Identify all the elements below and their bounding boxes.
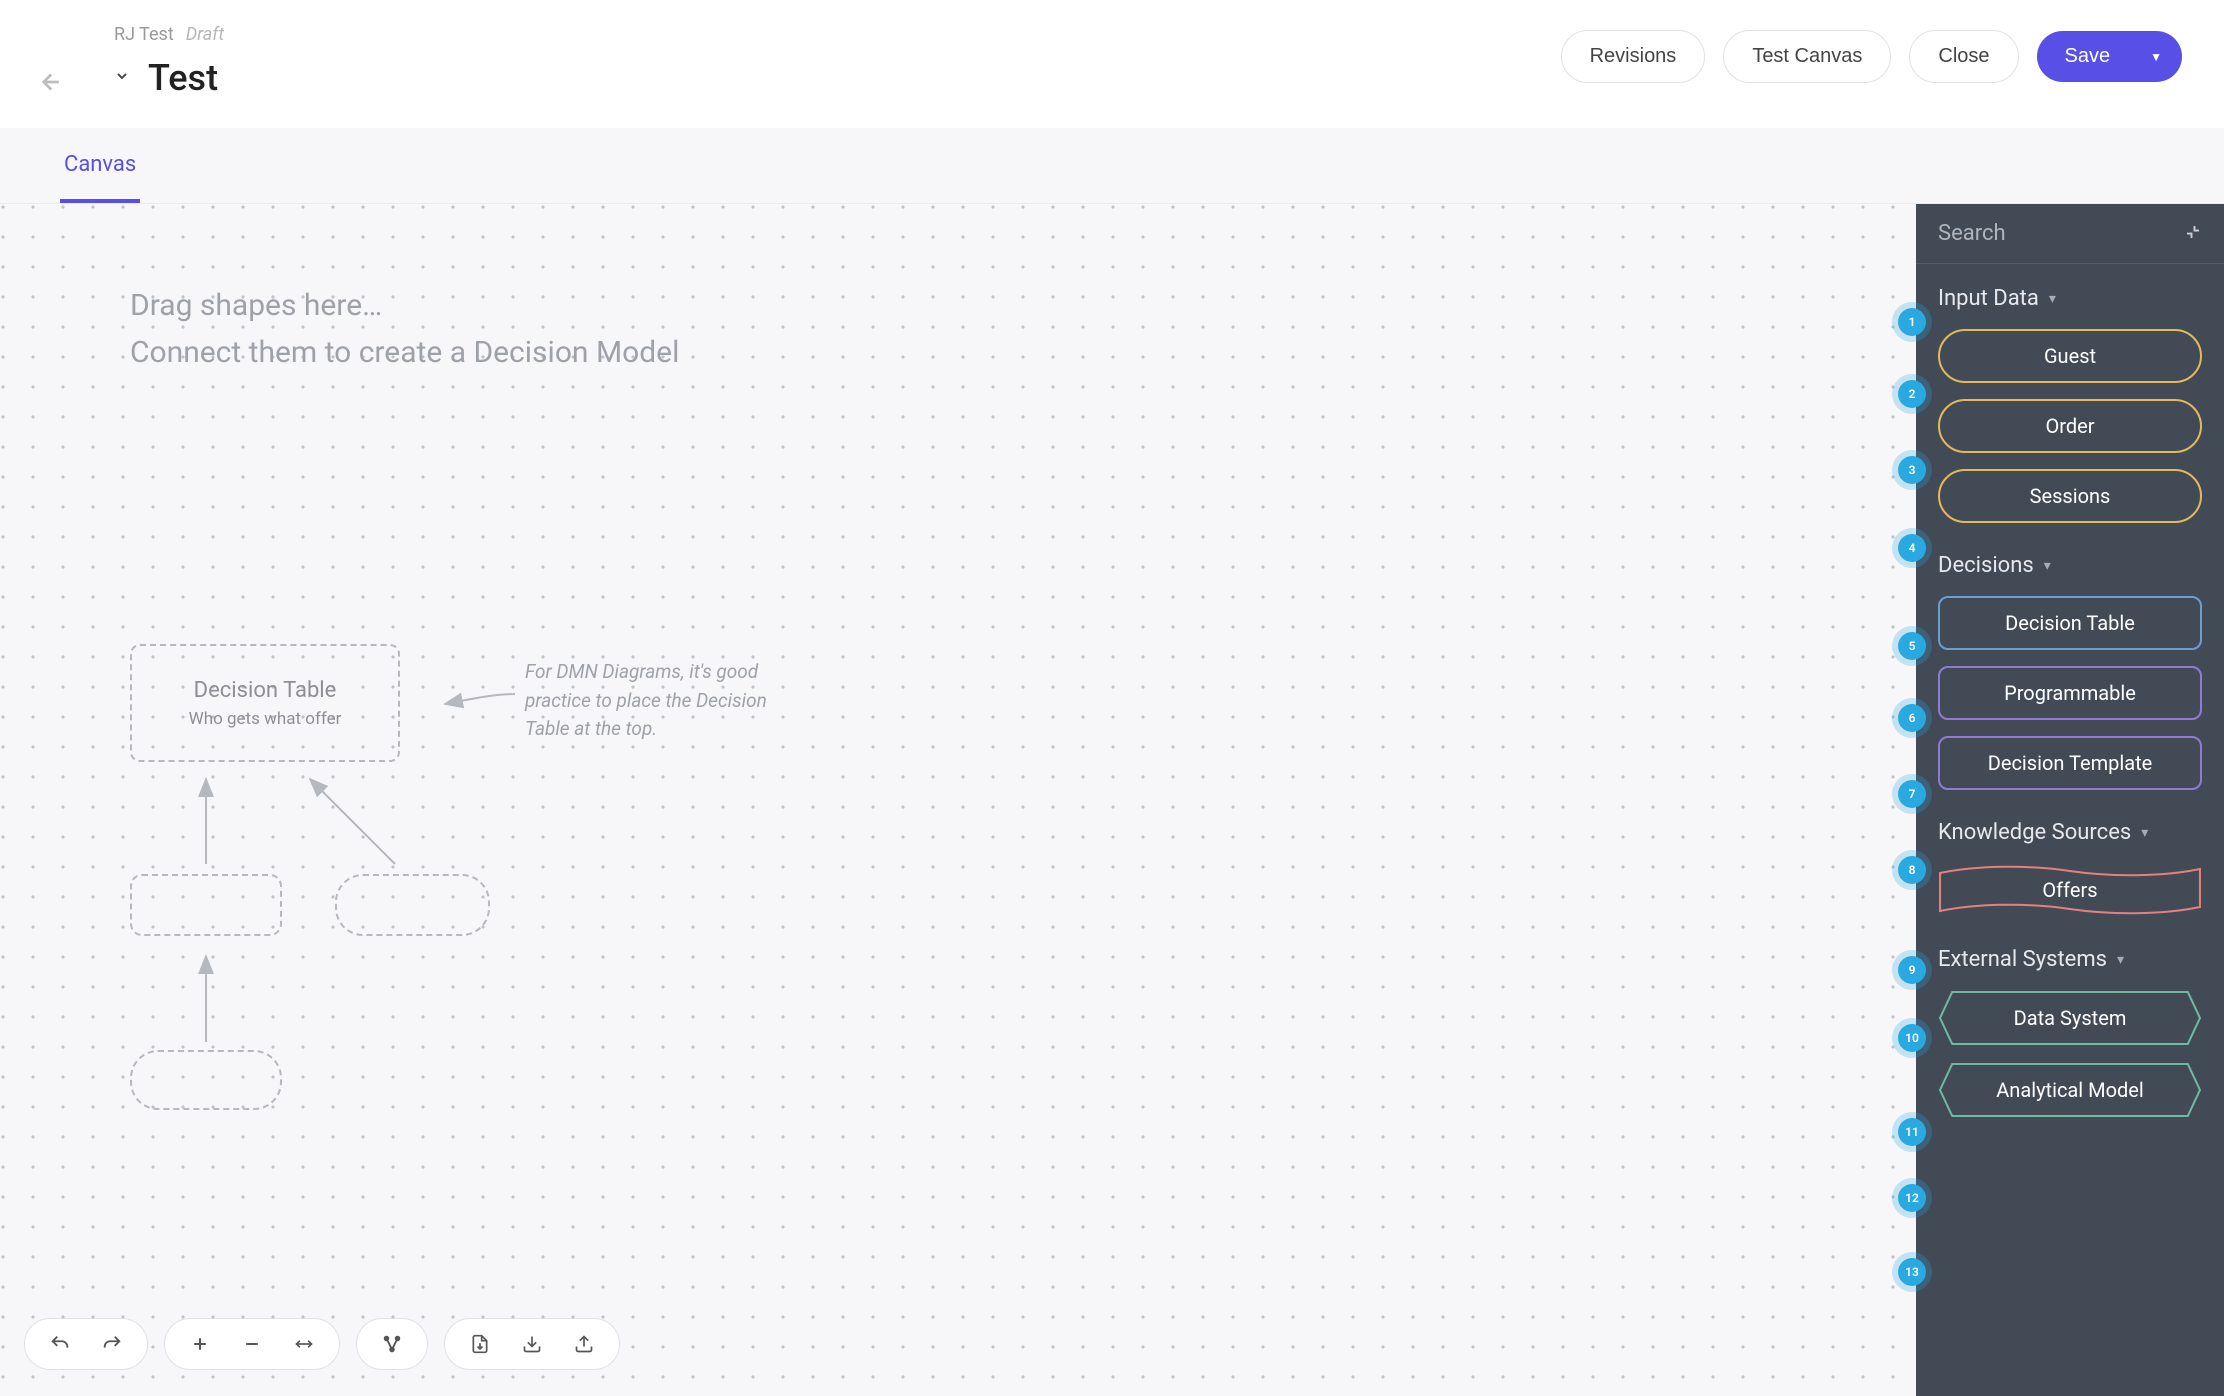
workspace: Drag shapes here… Connect them to create… <box>0 204 2224 1396</box>
tour-bubble-8[interactable]: 8 <box>1898 856 1926 884</box>
section-label: External Systems <box>1938 947 2107 972</box>
zoom-out-icon[interactable] <box>239 1331 265 1357</box>
page-title: Test <box>148 57 218 99</box>
tour-bubble-11[interactable]: 11 <box>1898 1118 1926 1146</box>
tab-canvas[interactable]: Canvas <box>60 132 140 203</box>
tour-bubble-12[interactable]: 12 <box>1898 1184 1926 1212</box>
test-canvas-button[interactable]: Test Canvas <box>1723 30 1891 83</box>
decision-table-title: Decision Table <box>194 678 337 703</box>
placeholder-box-3[interactable] <box>130 1050 282 1110</box>
chevron-down-icon: ▾ <box>2141 825 2148 841</box>
upload-icon[interactable] <box>571 1331 597 1357</box>
sidebar-search[interactable]: Search <box>1916 204 2224 264</box>
shape-analytical-model[interactable]: Analytical Model <box>1938 1062 2202 1118</box>
chevron-down-icon[interactable] <box>114 68 130 89</box>
zoom-in-icon[interactable] <box>187 1331 213 1357</box>
decision-table-subtitle: Who gets what offer <box>189 709 342 729</box>
shape-guest[interactable]: Guest <box>1938 329 2202 383</box>
section-input-data[interactable]: Input Data ▾ <box>1916 264 2224 321</box>
breadcrumb-item[interactable]: RJ Test <box>114 24 174 45</box>
section-decisions[interactable]: Decisions ▾ <box>1916 531 2224 588</box>
revisions-button[interactable]: Revisions <box>1561 30 1706 83</box>
shape-programmable[interactable]: Programmable <box>1938 666 2202 720</box>
shape-data-system-label: Data System <box>1938 990 2202 1046</box>
shape-offers[interactable]: Offers <box>1938 863 2202 917</box>
history-pill <box>24 1318 148 1370</box>
guide-line-2: Connect them to create a Decision Model <box>130 335 679 370</box>
chevron-down-icon: ▾ <box>2044 558 2051 574</box>
shape-analytical-model-label: Analytical Model <box>1938 1062 2202 1118</box>
export-pill <box>444 1318 620 1370</box>
placeholder-box-2[interactable] <box>335 874 490 936</box>
chevron-down-icon: ▾ <box>2117 952 2124 968</box>
section-knowledge[interactable]: Knowledge Sources ▾ <box>1916 798 2224 855</box>
section-label: Decisions <box>1938 553 2034 578</box>
canvas-toolbar <box>24 1318 620 1370</box>
layout-pill <box>356 1318 428 1370</box>
tour-bubble-13[interactable]: 13 <box>1898 1258 1926 1286</box>
save-button[interactable]: Save ▼ <box>2037 31 2182 82</box>
shape-decision-table[interactable]: Decision Table <box>1938 596 2202 650</box>
tour-bubble-10[interactable]: 10 <box>1898 1024 1926 1052</box>
tour-bubble-2[interactable]: 2 <box>1898 380 1926 408</box>
shape-decision-template[interactable]: Decision Template <box>1938 736 2202 790</box>
canvas-guide-text: Drag shapes here… Connect them to create… <box>130 288 679 370</box>
fit-width-icon[interactable] <box>291 1331 317 1357</box>
page-icon[interactable] <box>467 1331 493 1357</box>
tour-bubble-1[interactable]: 1 <box>1898 308 1926 336</box>
section-external[interactable]: External Systems ▾ <box>1916 925 2224 982</box>
guide-line-1: Drag shapes here… <box>130 288 679 323</box>
chevron-down-icon: ▾ <box>2049 291 2056 307</box>
zoom-pill <box>164 1318 340 1370</box>
collapse-icon[interactable] <box>2184 223 2202 245</box>
back-arrow-icon[interactable] <box>32 50 64 114</box>
status-badge: Draft <box>186 24 224 45</box>
app-header: RJ Test Draft Test Revisions Test Canvas… <box>0 0 2224 128</box>
placeholder-box-1[interactable] <box>130 874 282 936</box>
tabs-bar: Canvas <box>0 128 2224 204</box>
tour-bubble-6[interactable]: 6 <box>1898 704 1926 732</box>
tour-bubble-5[interactable]: 5 <box>1898 632 1926 660</box>
shape-sessions[interactable]: Sessions <box>1938 469 2202 523</box>
canvas-arrows-overlay <box>0 204 1916 1396</box>
canvas-area[interactable]: Drag shapes here… Connect them to create… <box>0 204 1916 1396</box>
shapes-sidebar: Search Input Data ▾ Guest Order Sessions… <box>1916 204 2224 1396</box>
download-icon[interactable] <box>519 1331 545 1357</box>
redo-icon[interactable] <box>99 1331 125 1357</box>
tour-bubble-7[interactable]: 7 <box>1898 780 1926 808</box>
tour-bubble-3[interactable]: 3 <box>1898 456 1926 484</box>
dmn-hint-text: For DMN Diagrams, it's good practice to … <box>525 658 805 744</box>
shape-data-system[interactable]: Data System <box>1938 990 2202 1046</box>
undo-icon[interactable] <box>47 1331 73 1357</box>
shape-offers-label: Offers <box>1938 863 2202 917</box>
header-actions: Revisions Test Canvas Close Save ▼ <box>1561 30 2182 83</box>
section-label: Input Data <box>1938 286 2039 311</box>
save-button-label: Save <box>2065 45 2111 68</box>
close-button[interactable]: Close <box>1909 30 2018 83</box>
breadcrumb: RJ Test Draft <box>114 24 224 45</box>
tour-bubble-9[interactable]: 9 <box>1898 956 1926 984</box>
caret-down-icon: ▼ <box>2150 50 2162 64</box>
auto-layout-icon[interactable] <box>379 1331 405 1357</box>
title-block: RJ Test Draft Test <box>114 24 224 99</box>
tour-bubble-4[interactable]: 4 <box>1898 534 1926 562</box>
section-label: Knowledge Sources <box>1938 820 2131 845</box>
search-placeholder: Search <box>1938 221 2006 246</box>
placeholder-decision-table[interactable]: Decision Table Who gets what offer <box>130 644 400 762</box>
shape-order[interactable]: Order <box>1938 399 2202 453</box>
